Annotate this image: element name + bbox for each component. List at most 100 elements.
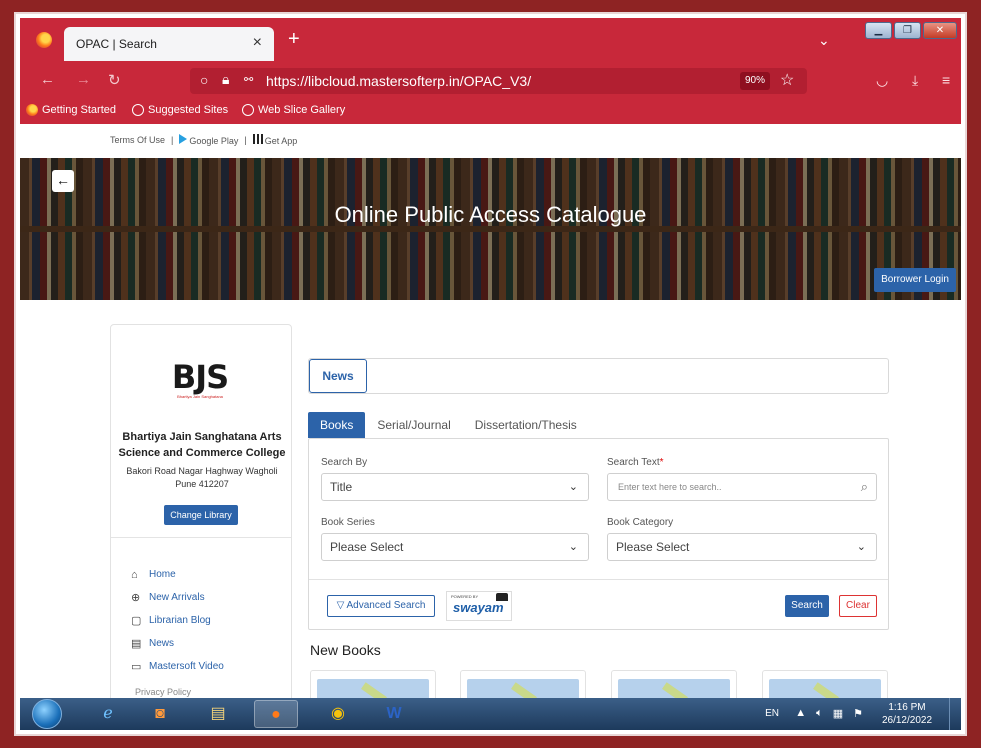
globe-icon <box>242 104 254 116</box>
chevron-down-icon: ⌄ <box>568 541 578 553</box>
menu-icon[interactable]: ≡ <box>942 72 950 88</box>
clock-date: 26/12/2022 <box>881 715 933 726</box>
borrower-login-button[interactable]: Borrower Login <box>874 268 956 292</box>
bookmark-suggested-sites[interactable]: Suggested Sites <box>132 104 228 116</box>
firefox-logo-icon[interactable] <box>36 32 52 48</box>
internet-explorer-icon[interactable]: ℯ <box>86 700 130 728</box>
tab-close-icon[interactable]: × <box>253 34 262 52</box>
search-text-input[interactable]: Enter text here to search.. ⌕ <box>607 473 877 501</box>
browser-tab[interactable]: OPAC | Search × <box>64 27 274 61</box>
restore-button[interactable]: ❐ <box>894 22 921 39</box>
sidebar-item-label: Mastersoft Video <box>149 661 224 672</box>
blog-icon: ▢ <box>131 615 142 627</box>
clock-time: 1:16 PM <box>888 702 926 713</box>
sidebar-item-new-arrivals[interactable]: ⊕ New Arrivals <box>131 586 287 609</box>
sidebar-item-label: News <box>149 638 175 649</box>
search-by-value: Title <box>330 480 353 494</box>
clear-button[interactable]: Clear <box>839 595 877 617</box>
sidebar-item-mastersoft-video[interactable]: ▭ Mastersoft Video <box>131 655 287 678</box>
sidebar-item-home[interactable]: ⌂ Home <box>131 563 287 586</box>
bookmark-getting-started[interactable]: Getting Started <box>26 104 116 116</box>
required-mark: * <box>659 457 664 468</box>
network-icon[interactable]: ▦ <box>833 707 843 720</box>
media-player-icon[interactable]: ◙ <box>138 700 182 728</box>
change-library-button[interactable]: Change Library <box>164 505 238 525</box>
window-controls: ▁ ❐ ✕ <box>865 22 957 39</box>
search-form: Search By Title ⌄ Search Text* Enter tex… <box>308 438 889 630</box>
back-icon[interactable]: ← <box>40 71 55 88</box>
book-card[interactable] <box>310 670 436 698</box>
book-cover-image <box>769 679 881 698</box>
get-app-link[interactable]: Get App <box>252 134 297 146</box>
advanced-search-button[interactable]: ▽ Advanced Search <box>327 595 435 617</box>
back-arrow-button[interactable]: ← <box>52 170 74 192</box>
close-window-button[interactable]: ✕ <box>923 22 957 39</box>
book-cover-image <box>317 679 429 698</box>
search-icon[interactable]: ⌕ <box>861 474 868 500</box>
tab-dissertation-thesis[interactable]: Dissertation/Thesis <box>463 412 589 438</box>
pocket-icon[interactable]: ◡ <box>876 72 888 89</box>
word-icon[interactable]: W <box>372 700 416 728</box>
zoom-badge[interactable]: 90% <box>740 72 770 90</box>
permissions-icon[interactable]: ⚯ <box>244 73 253 86</box>
new-tab-icon[interactable]: + <box>288 28 300 51</box>
windows-taskbar: ℯ ◙ ▤ ● ◉ W EN ▲ 🔈︎ ▦ ⚑ 1:16 PM 26/12/20… <box>20 698 961 730</box>
sidebar-item-news[interactable]: ▤ News <box>131 632 287 655</box>
book-category-select[interactable]: Please Select ⌄ <box>607 533 877 561</box>
bookmark-label: Suggested Sites <box>148 104 229 116</box>
download-icon[interactable]: ⤓ <box>912 72 918 89</box>
tab-books[interactable]: Books <box>308 412 366 438</box>
language-indicator[interactable]: EN <box>765 708 779 719</box>
chevron-down-icon: ⌄ <box>856 541 866 553</box>
clock[interactable]: 1:16 PM 26/12/2022 <box>877 701 937 727</box>
book-category-value: Please Select <box>616 540 690 554</box>
tab-news[interactable]: News <box>309 359 367 393</box>
swayam-wordmark: swayam <box>453 600 504 615</box>
home-icon: ⌂ <box>131 568 138 581</box>
swayam-logo[interactable]: POWERED BY swayam <box>446 591 512 621</box>
browser-titlebar: OPAC | Search × + ⌄ ▁ ❐ ✕ <box>20 18 961 64</box>
google-play-link[interactable]: Google Play <box>179 134 238 146</box>
reload-icon[interactable]: ↻ <box>108 71 121 89</box>
tray-icons: ▲ 🔈︎ ▦ ⚑ <box>795 707 863 720</box>
search-placeholder: Enter text here to search.. <box>618 482 722 492</box>
search-by-select[interactable]: Title ⌄ <box>321 473 589 501</box>
search-text-label-text: Search Text <box>607 457 660 468</box>
search-button[interactable]: Search <box>785 595 829 617</box>
bookmark-star-icon[interactable]: ☆ <box>780 70 794 90</box>
page-title: Online Public Access Catalogue <box>334 202 647 227</box>
book-series-select[interactable]: Please Select ⌄ <box>321 533 589 561</box>
sidebar-item-label: Librarian Blog <box>149 615 211 626</box>
terms-link[interactable]: Terms Of Use <box>110 135 165 145</box>
divider <box>111 537 291 538</box>
sidebar-item-librarian-blog[interactable]: ▢ Librarian Blog <box>131 609 287 632</box>
book-card[interactable] <box>611 670 737 698</box>
tab-serial-journal[interactable]: Serial/Journal <box>365 412 462 438</box>
screen: OPAC | Search × + ⌄ ▁ ❐ ✕ ← → ↻ ○ 🔒︎ ⚯ h… <box>20 18 961 730</box>
separator: | <box>244 135 247 145</box>
minimize-button[interactable]: ▁ <box>865 22 892 39</box>
tracking-shield-icon[interactable]: ○ <box>200 72 208 88</box>
volume-icon[interactable]: 🔈︎ <box>816 707 823 720</box>
firefox-taskbar-icon[interactable]: ● <box>254 700 298 728</box>
tab-list-chevron-icon[interactable]: ⌄ <box>818 32 830 49</box>
sidebar-nav: ⌂ Home ⊕ New Arrivals ▢ Librarian Blog ▤ New… <box>131 563 287 678</box>
privacy-policy-link[interactable]: Privacy Policy <box>135 687 191 697</box>
book-card[interactable] <box>762 670 888 698</box>
show-hidden-icons[interactable]: ▲ <box>795 707 806 720</box>
file-explorer-icon[interactable]: ▤ <box>196 700 240 728</box>
action-center-icon[interactable]: ⚑ <box>853 707 863 720</box>
chrome-icon[interactable]: ◉ <box>316 700 360 728</box>
show-desktop-button[interactable] <box>949 698 961 730</box>
bookmark-web-slice-gallery[interactable]: Web Slice Gallery <box>242 104 345 116</box>
tab-title: OPAC | Search <box>76 37 157 51</box>
web-page: Terms Of Use | Google Play | Get App Onl… <box>20 124 961 698</box>
url-bar[interactable]: ○ 🔒︎ ⚯ https://libcloud.mastersofterp.in… <box>190 68 807 94</box>
url-text[interactable]: https://libcloud.mastersofterp.in/OPAC_V… <box>266 73 531 89</box>
bookmark-label: Getting Started <box>42 104 116 116</box>
book-category-label: Book Category <box>607 517 674 528</box>
book-card[interactable] <box>460 670 586 698</box>
start-button[interactable] <box>32 699 62 729</box>
lock-icon[interactable]: 🔒︎ <box>222 71 229 88</box>
forward-icon[interactable]: → <box>76 71 91 88</box>
